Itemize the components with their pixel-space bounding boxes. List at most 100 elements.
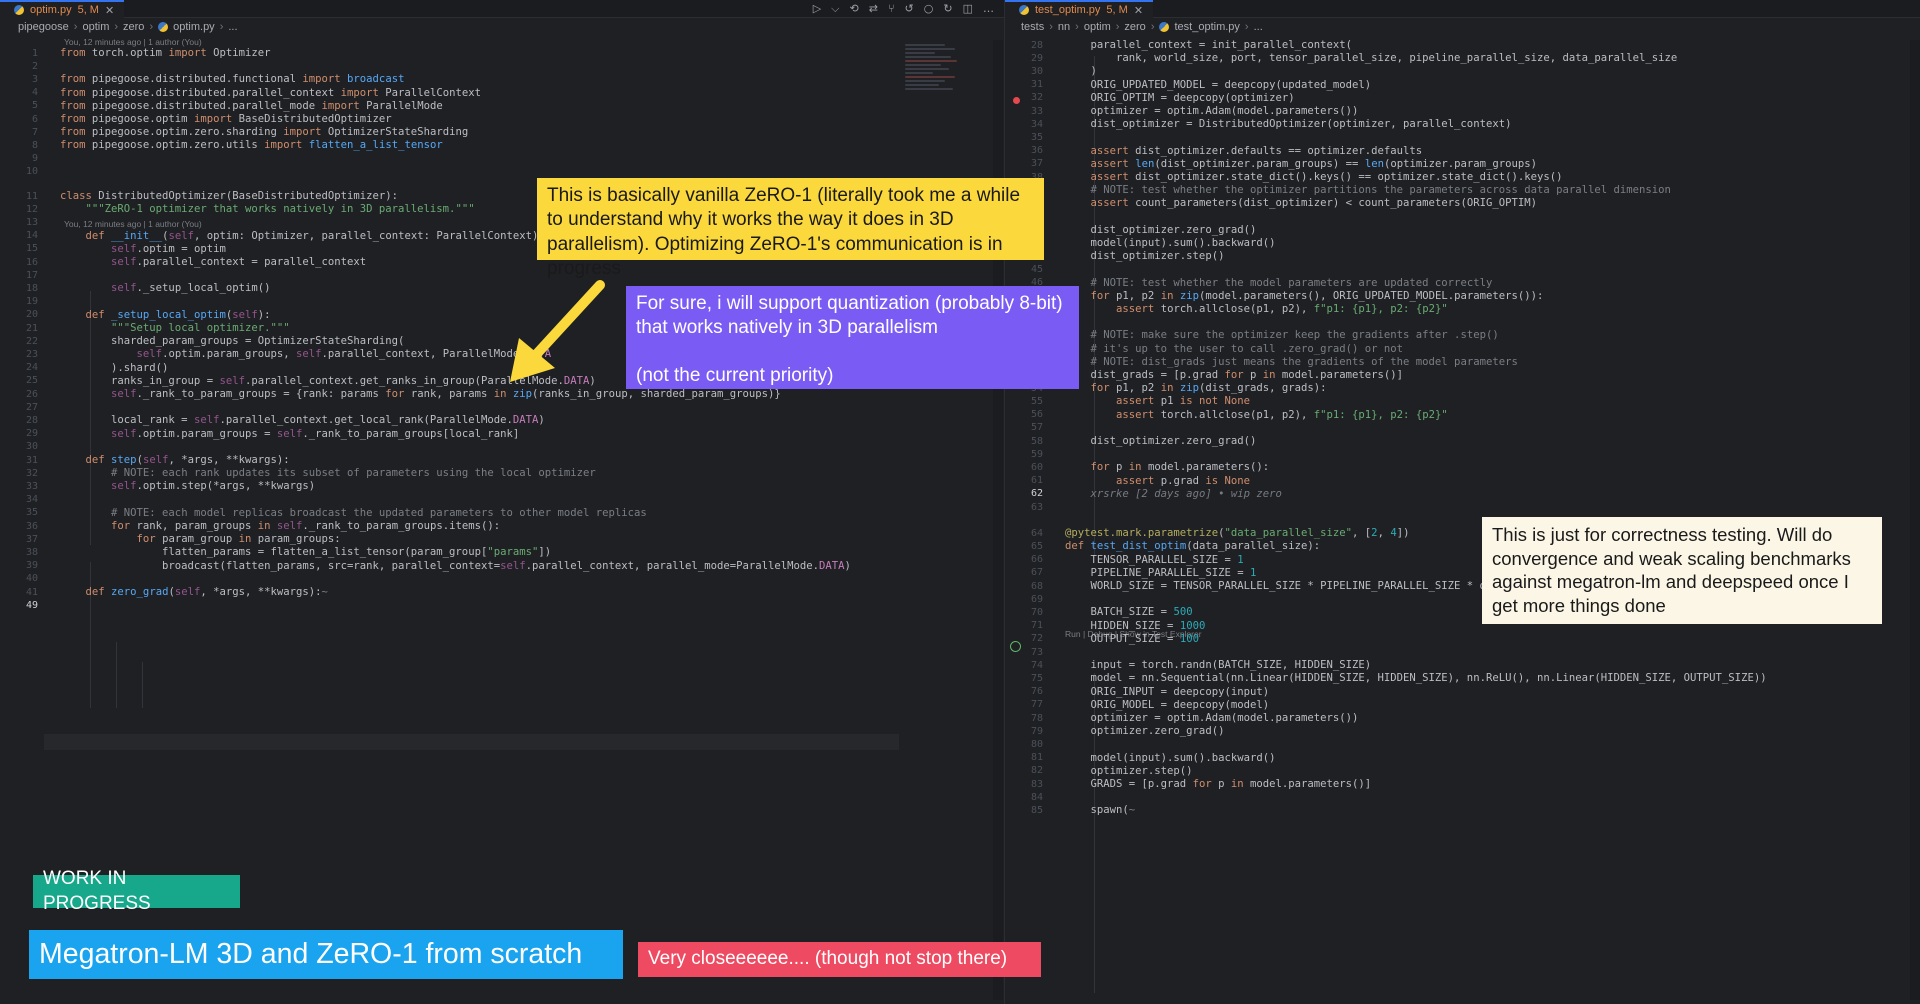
code-text: # it's up to the user to call .zero_grad… <box>1090 342 1404 355</box>
code-text: self.optim = optim <box>111 242 226 255</box>
breadcrumb-item[interactable]: optim <box>1084 21 1111 33</box>
python-file-icon <box>1159 22 1170 32</box>
code-text: spawn(~ <box>1065 804 1136 817</box>
breadcrumb: tests › nn › optim › zero › test_optim.py › .… <box>1005 18 1920 36</box>
code-text: from pipegoose.optim.zero.utils import f… <box>60 139 443 152</box>
line-number: 5 <box>31 100 38 112</box>
breadcrumb-item[interactable]: test_optim.py <box>1174 21 1239 33</box>
breadcrumb-item[interactable]: ... <box>228 21 237 33</box>
quantization-note: For sure, i will support quantization (p… <box>626 286 1079 389</box>
code-text: dist_optimizer.zero_grad() <box>1065 435 1257 447</box>
line-number: 36 <box>25 520 38 532</box>
line-number: 24 <box>25 362 38 374</box>
line-number: 63 <box>1030 501 1043 513</box>
breadcrumb-item[interactable]: zero <box>123 21 144 33</box>
git-compare-icon[interactable]: ⇄ <box>869 2 878 16</box>
breadcrumb-item[interactable]: ... <box>1254 21 1263 33</box>
code-text: assert torch.allclose(p1, p2), f"p1: {p1… <box>1116 303 1448 315</box>
line-number: 67 <box>1030 567 1043 579</box>
code-text: from pipegoose.distributed.functional im… <box>60 73 405 86</box>
code-text: ) <box>1065 65 1097 78</box>
line-number: 28 <box>1030 39 1043 51</box>
code-text: from pipegoose.distributed.parallel_cont… <box>60 86 481 99</box>
code-text: def _setup_local_optim(self): <box>85 308 271 321</box>
line-number: 58 <box>1030 435 1043 447</box>
code-text: input = torch.randn(BATCH_SIZE, HIDDEN_S… <box>1065 659 1372 672</box>
line-number: 18 <box>25 282 38 294</box>
line-number: 56 <box>1030 409 1043 421</box>
line-number: 29 <box>25 428 38 440</box>
code-text: ORIG_INPUT = deepcopy(input) <box>1065 685 1270 698</box>
breadcrumb-item[interactable]: pipegoose <box>18 21 69 33</box>
line-number: 13 <box>25 216 38 228</box>
code-text: # NOTE: make sure the optimizer keep the… <box>1090 329 1499 342</box>
breadcrumb-item[interactable]: nn <box>1058 21 1070 33</box>
history-icon[interactable]: ⟲ <box>850 2 859 16</box>
dot-icon[interactable]: ○ <box>924 2 934 16</box>
code-text: BATCH_SIZE = 500 <box>1065 606 1193 619</box>
line-number: 35 <box>1030 131 1043 143</box>
code-text: from pipegoose.distributed.parallel_mode… <box>60 99 443 112</box>
line-number: 49 <box>25 599 38 611</box>
left-editor-pane: optim.py 5, M ✕ ▷ ⌵ ⟲ ⇄ ⑂ ↺ ○ ↻ ◫ … pipe… <box>0 0 1004 1004</box>
tab-optim-py[interactable]: optim.py 5, M ✕ <box>0 0 125 18</box>
tab-status: 5, M <box>1106 4 1128 16</box>
branch-icon[interactable]: ⑂ <box>888 2 895 16</box>
vertical-scrollbar[interactable] <box>1910 40 1920 1000</box>
breadcrumb-item[interactable]: optim.py <box>173 21 215 33</box>
more-icon[interactable]: … <box>983 2 994 16</box>
code-text: # NOTE: each model replicas broadcast th… <box>111 506 647 519</box>
tab-status: 5, M <box>77 4 99 16</box>
code-text: class DistributedOptimizer(BaseDistribut… <box>60 190 399 202</box>
right-tab-bar: test_optim.py 5, M ✕ <box>1005 0 1920 18</box>
line-number: 70 <box>1030 606 1043 618</box>
line-number: 55 <box>1030 395 1043 407</box>
code-text: rank, world_size, port, tensor_parallel_… <box>1065 52 1678 65</box>
code-text: # NOTE: test whether the optimizer parti… <box>1090 184 1671 197</box>
breadcrumb-item[interactable]: tests <box>1021 21 1044 33</box>
code-text: for param_group in param_groups: <box>136 533 341 546</box>
line-number: 4 <box>31 87 38 99</box>
close-icon[interactable]: ✕ <box>1134 4 1143 17</box>
code-line[interactable]: 63 <box>1005 499 1920 515</box>
line-number: 30 <box>25 441 38 453</box>
code-text: dist_grads = [p.grad for p in model.para… <box>1065 369 1404 381</box>
code-text: broadcast(flatten_params, src=rank, para… <box>60 559 851 572</box>
chevron-down-icon[interactable]: ⌵ <box>831 2 839 16</box>
line-number: 85 <box>1030 804 1043 816</box>
tab-test-optim-py[interactable]: test_optim.py 5, M ✕ <box>1005 0 1154 18</box>
close-icon[interactable]: ✕ <box>105 4 114 17</box>
code-text: def test_dist_optim(data_parallel_size): <box>1065 540 1321 553</box>
breadcrumb-item[interactable]: optim <box>82 21 109 33</box>
code-text: for p1, p2 in zip(dist_grads, grads): <box>1090 382 1327 395</box>
code-text: # NOTE: each rank updates its subset of … <box>111 467 596 480</box>
breadcrumb-item[interactable]: zero <box>1124 21 1145 33</box>
next-change-icon[interactable]: ↻ <box>943 2 952 16</box>
line-number: 80 <box>1030 738 1043 750</box>
code-text: from torch.optim import Optimizer <box>60 47 271 59</box>
line-number: 32 <box>1030 92 1043 104</box>
arrow-icon <box>510 280 605 382</box>
code-text: self.optim.param_groups = self._rank_to_… <box>111 427 520 440</box>
line-number: 83 <box>1030 778 1043 790</box>
previous-change-icon[interactable]: ↺ <box>905 2 914 16</box>
line-number: 8 <box>31 139 38 151</box>
line-number: 65 <box>1030 540 1043 552</box>
code-text: optimizer.zero_grad() <box>1065 725 1225 738</box>
code-line[interactable]: 85 spawn(~ <box>1005 802 1920 818</box>
run-icon[interactable]: ▷ <box>813 2 821 16</box>
code-text: """ZeRO-1 optimizer that works natively … <box>85 203 475 216</box>
line-number: 36 <box>1030 145 1043 157</box>
line-number: 26 <box>25 388 38 400</box>
code-line[interactable]: 49 <box>0 597 1004 613</box>
line-number: 29 <box>1030 52 1043 64</box>
line-number: 19 <box>25 296 38 308</box>
code-text: dist_optimizer = DistributedOptimizer(op… <box>1065 118 1512 131</box>
editor-toolbar: ▷ ⌵ ⟲ ⇄ ⑂ ↺ ○ ↻ ◫ … <box>813 2 994 16</box>
split-editor-icon[interactable]: ◫ <box>963 2 973 16</box>
line-number: 35 <box>25 507 38 519</box>
line-number: 31 <box>1030 79 1043 91</box>
code-text: ORIG_MODEL = deepcopy(model) <box>1065 698 1270 711</box>
minimap[interactable] <box>905 42 957 132</box>
code-text: local_rank = self.parallel_context.get_l… <box>60 414 545 427</box>
